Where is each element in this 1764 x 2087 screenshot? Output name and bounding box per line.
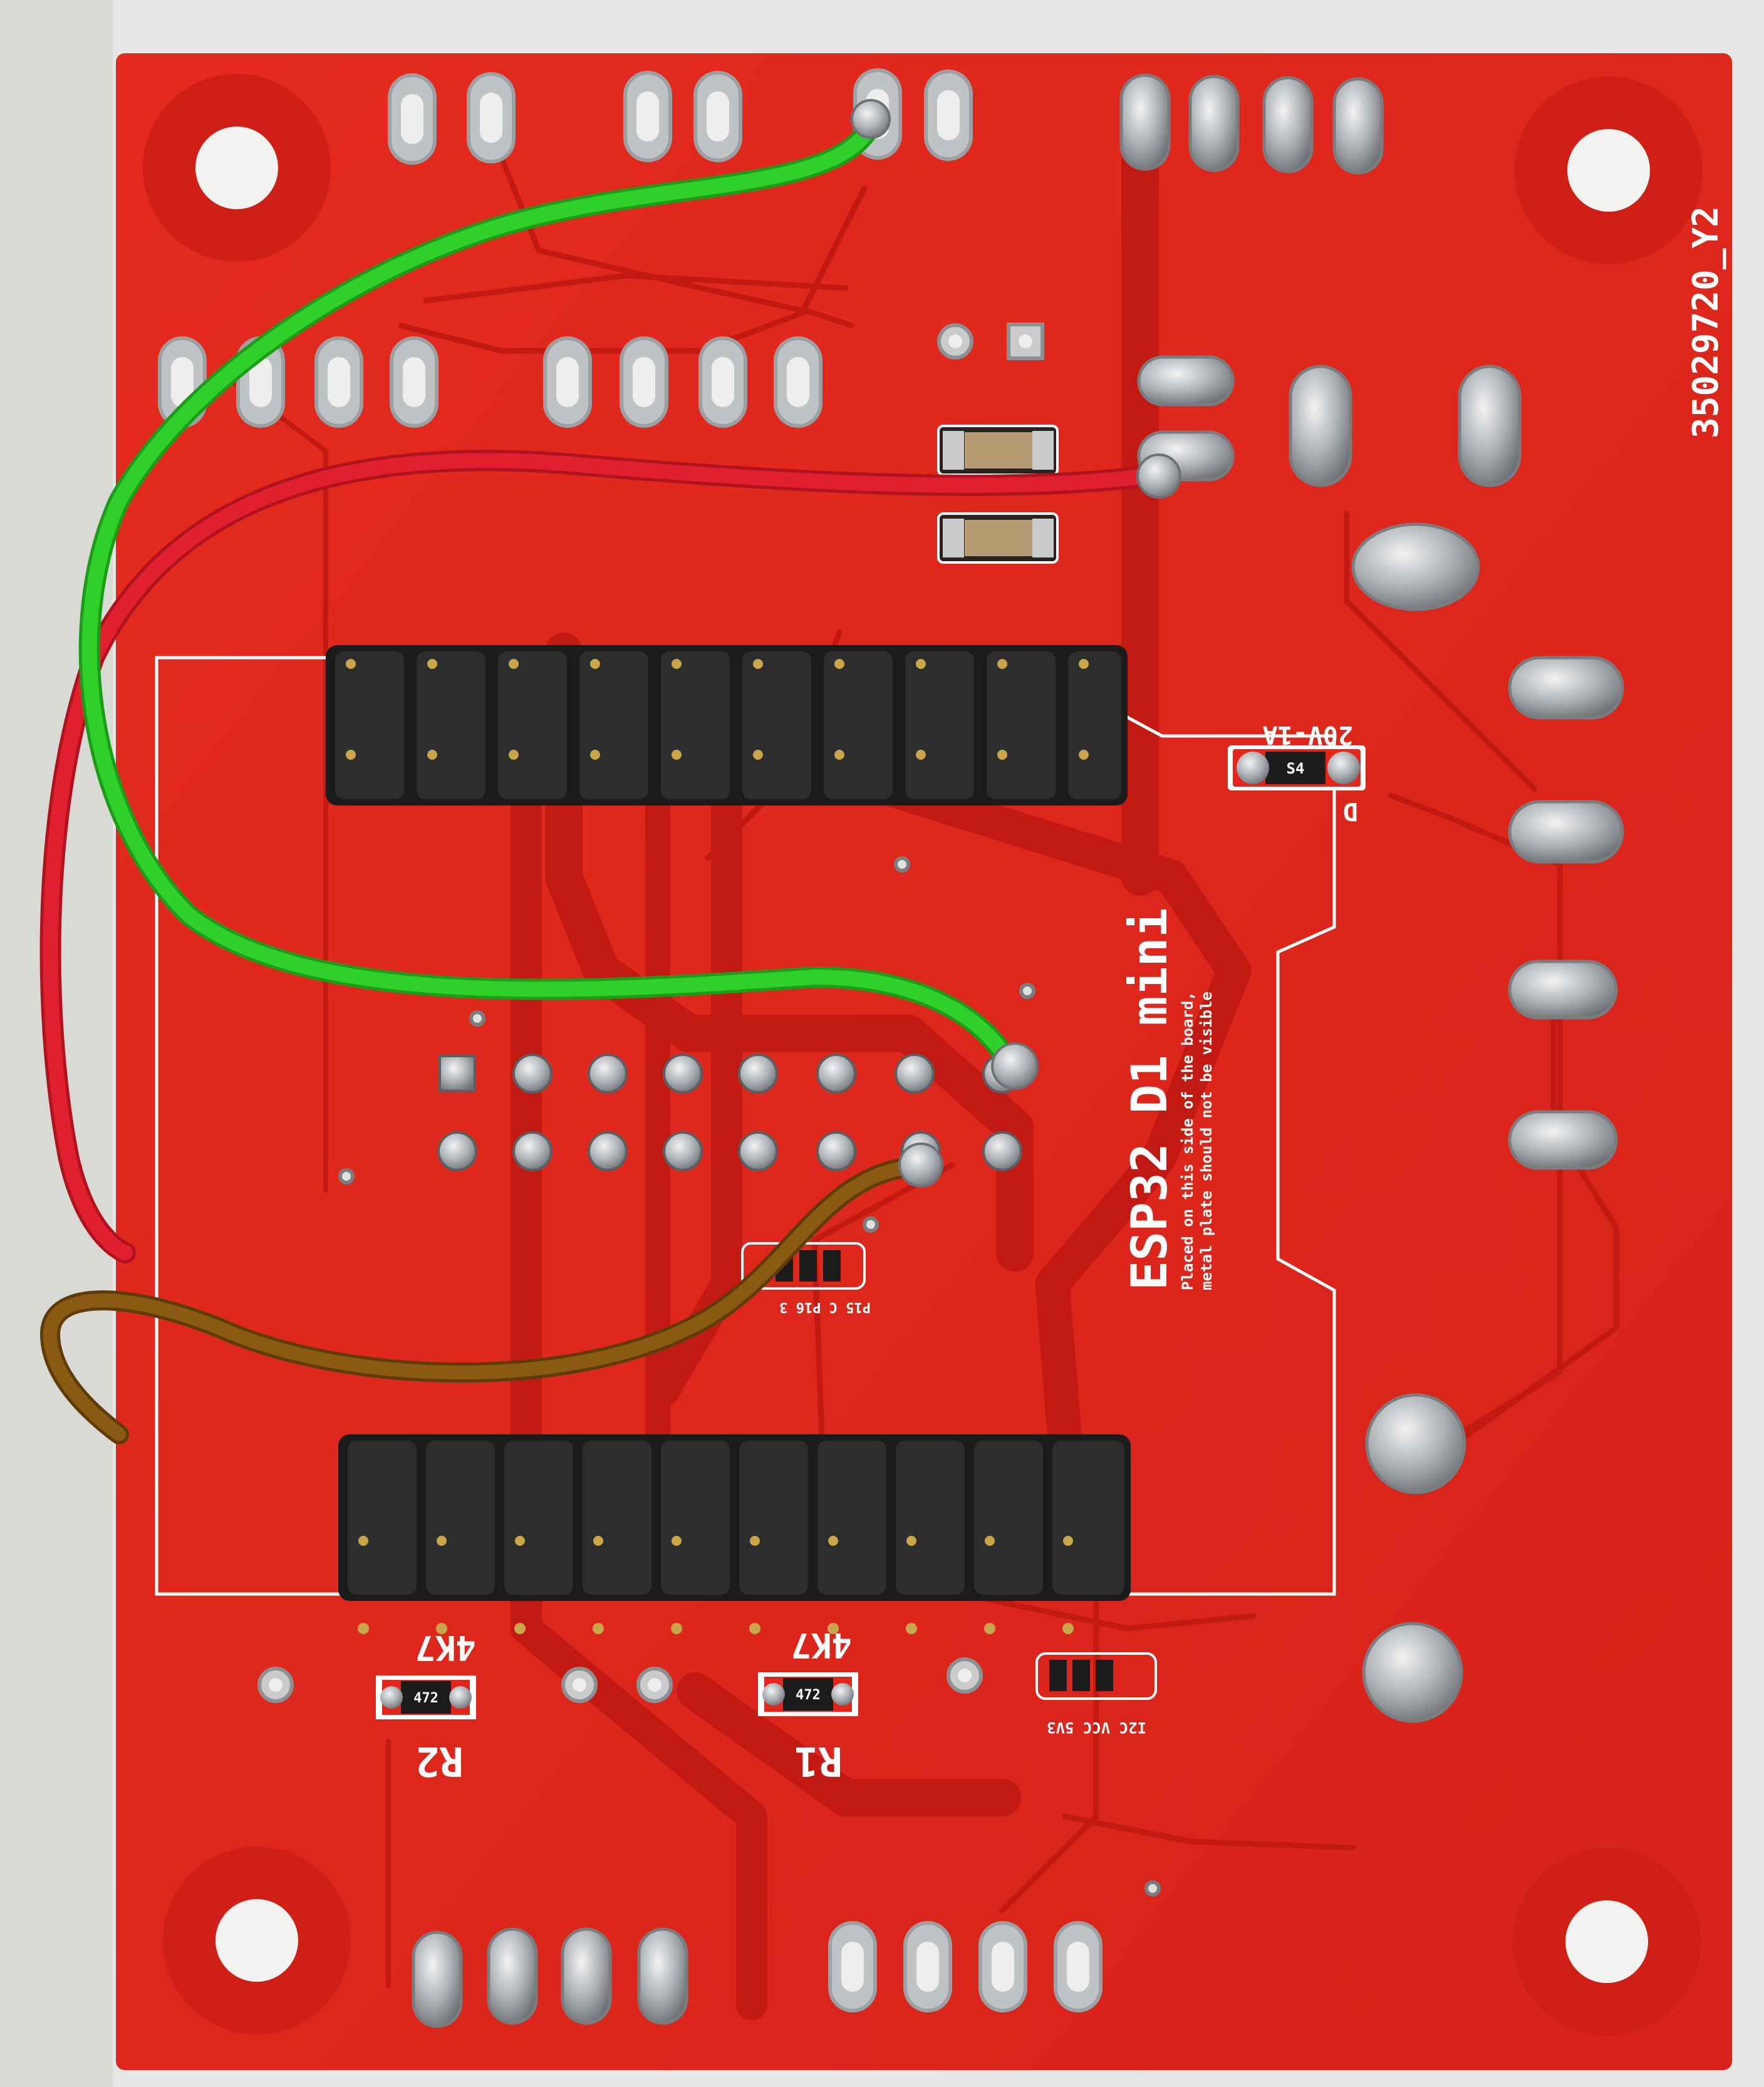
i2c-label: I2C VCC 5V3 bbox=[1047, 1719, 1146, 1736]
diode-ref: D bbox=[1343, 797, 1358, 826]
pin-labels: P15 C P16 3 bbox=[779, 1299, 871, 1315]
r2-ref: R2 bbox=[415, 1737, 464, 1784]
resistor-r2: 472 bbox=[376, 1675, 476, 1719]
top-pin-header bbox=[326, 645, 1128, 805]
r2-marking: 472 bbox=[413, 1691, 438, 1706]
module-note-1: Placed on this side of the board, bbox=[1179, 992, 1196, 1290]
r2-value: 4K7 bbox=[415, 1628, 476, 1667]
r1-marking: 472 bbox=[796, 1687, 821, 1703]
r1-value: 4K7 bbox=[791, 1625, 852, 1665]
r1-ref: R1 bbox=[794, 1737, 843, 1784]
module-note-2: metal plate should not be visible bbox=[1198, 992, 1215, 1290]
diode-rating: 20V-1A bbox=[1263, 720, 1354, 749]
module-name: ESP32 D1 mini bbox=[1122, 908, 1178, 1290]
diode-marking: S4 bbox=[1287, 760, 1305, 777]
pcb-photo: S4 472 472 35029720_Y2 ESP32 D1 mini Pla… bbox=[0, 0, 1764, 2087]
board-id: 35029720_Y2 bbox=[1686, 206, 1726, 438]
diode: S4 bbox=[1228, 745, 1366, 790]
resistor-r1: 472 bbox=[758, 1672, 858, 1716]
